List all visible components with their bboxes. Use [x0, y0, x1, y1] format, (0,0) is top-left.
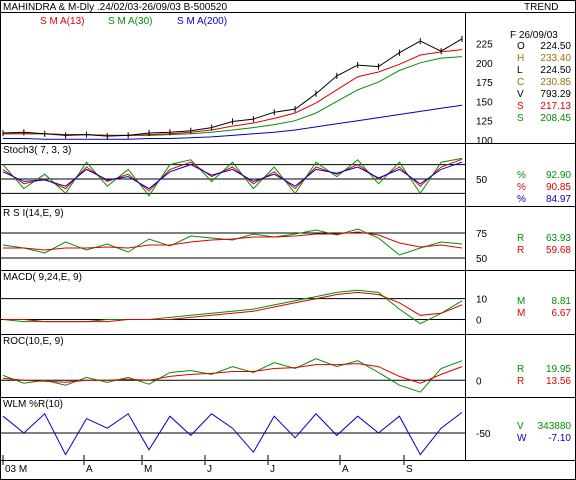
indicator-key: R [517, 233, 524, 244]
indicator-value: 63.93 [546, 233, 571, 244]
x-tick-label: J [270, 464, 275, 475]
y-tick-label: 225 [476, 39, 493, 50]
ohlc-key: C [517, 77, 524, 88]
indicator-key: W [517, 433, 527, 444]
indicator-value: 8.81 [552, 296, 572, 307]
price-panel: 100 125 150 175 200 225 [2, 35, 493, 147]
y-tick-label: 200 [476, 59, 493, 70]
series-line [2, 289, 463, 325]
series-line [2, 358, 463, 393]
ohlc-value: 224.50 [540, 65, 571, 76]
ohlc-key: L [517, 65, 523, 76]
series-line [2, 158, 463, 192]
ohlc-key: H [517, 53, 524, 64]
ohlc-value: 224.50 [540, 41, 571, 52]
ohlc-key: V [517, 89, 524, 100]
panel-title: MACD( 9,24,E, 9) [3, 272, 82, 283]
legend-sma30: S M A(30) [108, 16, 152, 27]
rsi-panel: R S I(14,E, 9) 50 75 R 63.93 R 59.68 [0, 208, 571, 265]
x-tick-label: A [342, 464, 349, 475]
indicator-key: M [517, 308, 525, 319]
indicator-value: 84.97 [546, 194, 571, 205]
trend-label: TREND [524, 2, 558, 13]
ohlc-readout: O 224.50 H 233.40 L 224.50 C 230.85 V 793.29 S 217.… [517, 41, 571, 124]
indicator-key: % [517, 170, 526, 181]
stochastic-panel: Stoch3( 7, 3, 3) 50% 92.90% 90.85% 84.97 [0, 145, 571, 205]
indicator-value: 92.90 [546, 170, 571, 181]
ohlc-key: S [517, 113, 524, 124]
indicator-key: M [517, 296, 525, 307]
x-tick-label: J [207, 464, 212, 475]
y-tick-label: 75 [476, 229, 488, 240]
y-tick-label: 0 [476, 316, 482, 327]
indicator-value: 19.95 [546, 364, 571, 375]
y-tick-label: 175 [476, 78, 493, 89]
x-tick-label: S [406, 464, 413, 475]
volume-key: V [517, 421, 524, 432]
indicator-value: -7.10 [548, 433, 571, 444]
ohlc-value: 233.40 [540, 53, 571, 64]
indicator-value: 90.85 [546, 182, 571, 193]
panel-title: ROC(10,E, 9) [3, 336, 64, 347]
indicator-key: % [517, 194, 526, 205]
date-label: F 26/09/03 [510, 30, 558, 41]
y-tick-label: 150 [476, 97, 493, 108]
ohlc-value: 793.29 [540, 89, 571, 100]
ohlc-value: 230.85 [540, 77, 571, 88]
chart-frame [0, 0, 576, 480]
panel-title: Stoch3( 7, 3, 3) [3, 145, 71, 156]
macd-panel: MACD( 9,24,E, 9) 0 10 M 8.81 M 6.67 [0, 272, 571, 327]
panel-title: R S I(14,E, 9) [3, 208, 64, 219]
panel-title: WLM %R(10) [3, 399, 63, 410]
chart-title: MAHINDRA & M-Dly .24/02/03-26/09/03 B-50… [3, 2, 227, 13]
ohlc-value: 217.13 [540, 101, 571, 112]
series-line [2, 157, 463, 197]
indicator-key: R [517, 245, 524, 256]
x-tick-label: M [144, 464, 152, 475]
indicator-value: 59.68 [546, 245, 571, 256]
series-line [3, 291, 463, 323]
indicator-value: 6.67 [552, 308, 572, 319]
indicator-key: % [517, 182, 526, 193]
technical-chart: MAHINDRA & M-Dly .24/02/03-26/09/03 B-50… [0, 0, 576, 480]
x-tick-label: 03 M [5, 464, 27, 475]
ohlc-key: O [517, 41, 525, 52]
roc-panel: ROC(10,E, 9) 0 R 19.95 R 13.56 [0, 336, 571, 393]
y-tick-label: 0 [476, 376, 482, 387]
ohlc-key: S [517, 101, 524, 112]
williams-panel: WLM %R(10) -50 W -7.10 V 343880 [0, 399, 572, 456]
legend-sma200: S M A(200) [177, 16, 227, 27]
y-tick-label: 10 [476, 295, 488, 306]
indicator-key: R [517, 364, 524, 375]
y-tick-label: 50 [476, 175, 488, 186]
y-tick-label: 100 [476, 136, 493, 147]
x-axis: 03 M A M J J A S [2, 455, 413, 475]
y-tick-label: 50 [476, 254, 488, 265]
volume-value: 343880 [538, 421, 572, 432]
indicator-key: R [517, 376, 524, 387]
y-tick-label: -50 [476, 429, 491, 440]
indicator-value: 13.56 [546, 376, 571, 387]
legend-sma13: S M A(13) [40, 16, 84, 27]
ohlc-value: 208.45 [540, 113, 571, 124]
series-line [3, 231, 463, 251]
y-tick-label: 125 [476, 117, 493, 128]
x-tick-label: A [86, 464, 93, 475]
